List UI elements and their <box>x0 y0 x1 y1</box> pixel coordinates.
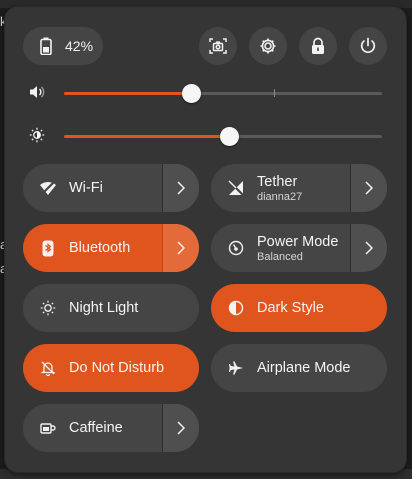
night-light-toggle-main[interactable]: Night Light <box>23 284 199 332</box>
power-mode-label: Power Mode <box>257 233 339 250</box>
tether-subtitle: dianna27 <box>257 190 303 203</box>
brightness-icon <box>29 127 45 148</box>
dark-style-toggle[interactable]: Dark Style <box>211 284 387 332</box>
wifi-toggle[interactable]: Wi-Fi <box>23 164 199 212</box>
night-light-label: Night Light <box>69 300 139 316</box>
bluetooth-label: Bluetooth <box>69 240 131 256</box>
speedometer-icon <box>227 239 245 257</box>
wifi-menu-button[interactable] <box>162 164 199 212</box>
do-not-disturb-label: Do Not Disturb <box>69 360 165 376</box>
brightness-slider-fill <box>64 135 229 138</box>
brightness-slider-handle[interactable] <box>220 127 239 146</box>
chevron-right-icon <box>360 239 378 257</box>
caffeine-label: Caffeine <box>69 420 123 436</box>
chevron-right-icon <box>172 239 190 257</box>
volume-slider-fill <box>64 92 191 95</box>
bluetooth-menu-button[interactable] <box>162 224 199 272</box>
caffeine-toggle-main[interactable]: Caffeine <box>23 404 162 452</box>
chevron-right-icon <box>172 419 190 437</box>
lock-icon <box>309 37 327 55</box>
wifi-label: Wi-Fi <box>69 180 103 196</box>
battery-icon <box>37 37 55 55</box>
power-mode-toggle[interactable]: Power Mode Balanced <box>211 224 387 272</box>
dark-style-icon <box>227 299 245 317</box>
power-mode-toggle-main[interactable]: Power Mode Balanced <box>211 224 350 272</box>
volume-icon <box>29 84 45 105</box>
tether-menu-button[interactable] <box>350 164 387 212</box>
bluetooth-icon <box>39 239 57 257</box>
caffeine-toggle[interactable]: Caffeine <box>23 404 199 452</box>
volume-slider-handle[interactable] <box>182 84 201 103</box>
airplane-mode-toggle[interactable]: Airplane Mode <box>211 344 387 392</box>
screenshot-icon <box>209 37 227 55</box>
sun-icon <box>39 299 57 317</box>
night-light-toggle[interactable]: Night Light <box>23 284 199 332</box>
wifi-toggle-main[interactable]: Wi-Fi <box>23 164 162 212</box>
tether-label: Tether <box>257 173 298 190</box>
dark-style-label: Dark Style <box>257 300 324 316</box>
power-button[interactable] <box>349 27 387 65</box>
volume-100-marker <box>274 89 275 97</box>
screenshot-button[interactable] <box>199 27 237 65</box>
battery-percentage: 42% <box>65 38 94 54</box>
lock-button[interactable] <box>299 27 337 65</box>
quick-settings-panel: 42% Wi-Fi Tether dianna27 Bluetooth Powe… <box>4 6 407 473</box>
brightness-slider-row <box>23 123 391 149</box>
gear-icon <box>259 37 277 55</box>
volume-slider-row <box>23 80 391 106</box>
tether-toggle[interactable]: Tether dianna27 <box>211 164 387 212</box>
coffee-cup-icon <box>39 419 57 437</box>
chevron-right-icon <box>360 179 378 197</box>
airplane-mode-label: Airplane Mode <box>257 360 351 376</box>
caffeine-menu-button[interactable] <box>162 404 199 452</box>
volume-slider[interactable] <box>64 84 382 103</box>
wifi-icon <box>39 179 57 197</box>
airplane-icon <box>227 359 245 377</box>
power-mode-subtitle: Balanced <box>257 250 303 263</box>
do-not-disturb-toggle[interactable]: Do Not Disturb <box>23 344 199 392</box>
bluetooth-toggle[interactable]: Bluetooth <box>23 224 199 272</box>
bell-off-icon <box>39 359 57 377</box>
dark-style-toggle-main[interactable]: Dark Style <box>211 284 387 332</box>
chevron-right-icon <box>172 179 190 197</box>
airplane-mode-toggle-main[interactable]: Airplane Mode <box>211 344 387 392</box>
cellular-off-icon <box>227 179 245 197</box>
battery-indicator[interactable]: 42% <box>23 27 103 65</box>
tether-toggle-main[interactable]: Tether dianna27 <box>211 164 350 212</box>
power-icon <box>359 37 377 55</box>
do-not-disturb-toggle-main[interactable]: Do Not Disturb <box>23 344 199 392</box>
bluetooth-toggle-main[interactable]: Bluetooth <box>23 224 162 272</box>
brightness-slider[interactable] <box>64 127 382 146</box>
settings-button[interactable] <box>249 27 287 65</box>
power-mode-menu-button[interactable] <box>350 224 387 272</box>
